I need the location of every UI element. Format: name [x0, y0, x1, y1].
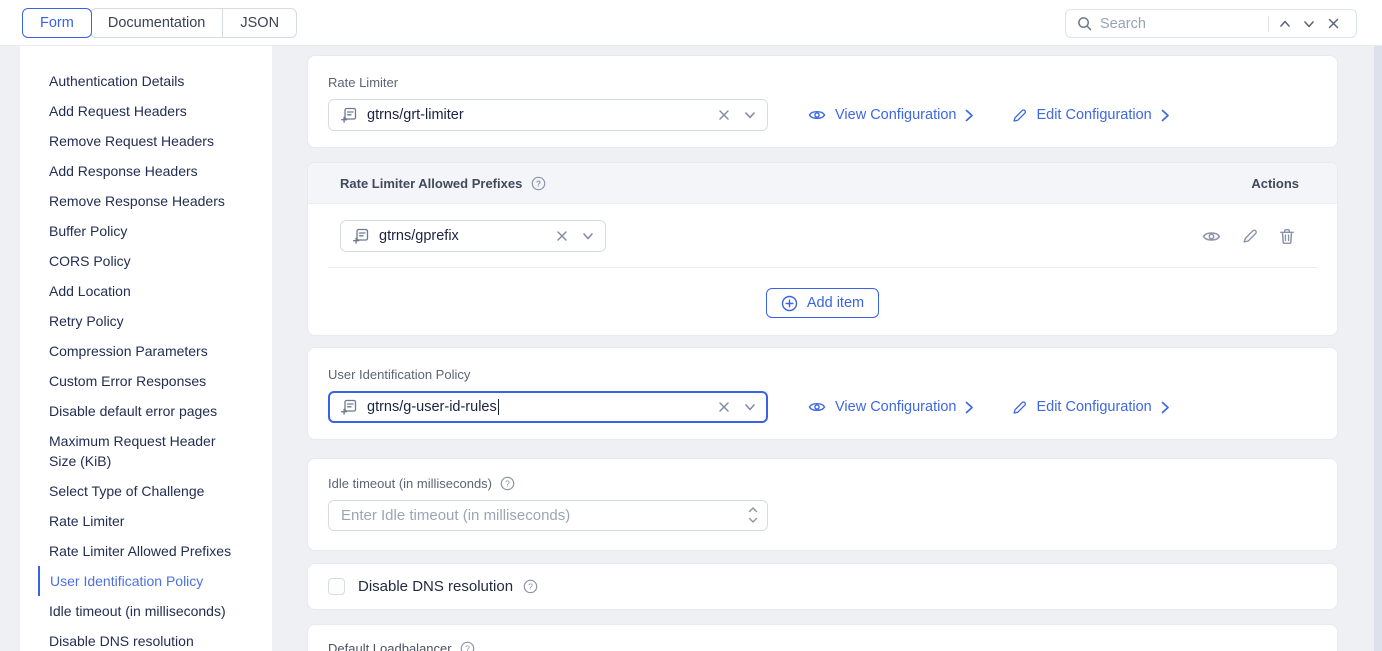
disable-dns-card: Disable DNS resolution ?	[307, 563, 1338, 610]
sidebar-item-custom-error-responses[interactable]: Custom Error Responses	[20, 366, 270, 396]
edit-configuration-label: Edit Configuration	[1036, 399, 1151, 415]
eye-icon	[808, 108, 826, 122]
edit-configuration-label: Edit Configuration	[1036, 107, 1151, 123]
sidebar-nav: Authentication Details Add Request Heade…	[20, 46, 272, 651]
sidebar-item-remove-request-headers[interactable]: Remove Request Headers	[20, 126, 270, 156]
user-identification-label: User Identification Policy	[328, 367, 1317, 382]
prefix-select[interactable]: gtrns/gprefix	[340, 220, 606, 252]
row-view-icon[interactable]	[1202, 229, 1221, 244]
number-stepper-icon[interactable]	[747, 504, 759, 531]
add-item-button[interactable]: Add item	[766, 288, 879, 318]
table-row: gtrns/gprefix	[328, 220, 1317, 252]
sidebar-item-idle-timeout[interactable]: Idle timeout (in milliseconds)	[20, 596, 270, 626]
sidebar-item-authentication-details[interactable]: Authentication Details	[20, 66, 270, 96]
disable-dns-label: Disable DNS resolution	[358, 578, 513, 595]
sidebar-item-max-request-header-size[interactable]: Maximum Request Header Size (KiB)	[20, 426, 245, 476]
sidebar-item-select-type-of-challenge[interactable]: Select Type of Challenge	[20, 476, 270, 506]
row-delete-icon[interactable]	[1279, 228, 1295, 245]
tab-documentation[interactable]: Documentation	[90, 8, 224, 38]
svg-text:?: ?	[465, 644, 470, 651]
svg-text:?: ?	[536, 178, 541, 188]
default-loadbalancer-card: Default Loadbalancer ?	[307, 624, 1338, 651]
sidebar-item-compression-parameters[interactable]: Compression Parameters	[20, 336, 270, 366]
help-icon[interactable]: ?	[531, 176, 546, 191]
sidebar-item-add-location[interactable]: Add Location	[20, 276, 270, 306]
chevron-right-icon	[1161, 401, 1170, 414]
reference-form-icon	[340, 398, 358, 416]
rate-limiter-select[interactable]: gtrns/grt-limiter	[328, 99, 768, 131]
tab-json[interactable]: JSON	[222, 8, 297, 38]
chevron-down-icon[interactable]	[744, 109, 756, 121]
clear-icon[interactable]	[718, 109, 730, 121]
text-cursor	[498, 399, 500, 415]
allowed-prefixes-table-body: gtrns/gprefix	[308, 204, 1337, 318]
sidebar-item-remove-response-headers[interactable]: Remove Response Headers	[20, 186, 270, 216]
sidebar-item-cors-policy[interactable]: CORS Policy	[20, 246, 270, 276]
reference-form-icon	[340, 106, 358, 124]
help-icon[interactable]: ?	[523, 579, 538, 594]
svg-text:?: ?	[505, 479, 510, 489]
sidebar-item-retry-policy[interactable]: Retry Policy	[20, 306, 270, 336]
idle-timeout-input[interactable]	[328, 500, 768, 531]
view-configuration-label: View Configuration	[835, 107, 956, 123]
user-identification-card: User Identification Policy gtrns/g-user-…	[307, 347, 1338, 440]
idle-timeout-card: Idle timeout (in milliseconds) ?	[307, 458, 1338, 551]
sidebar-item-disable-dns-resolution[interactable]: Disable DNS resolution	[20, 626, 270, 651]
plus-circle-icon	[781, 295, 798, 312]
sidebar-item-add-response-headers[interactable]: Add Response Headers	[20, 156, 270, 186]
tab-form[interactable]: Form	[22, 8, 92, 38]
pencil-icon	[1012, 108, 1027, 123]
sidebar-item-rate-limiter-allowed-prefixes[interactable]: Rate Limiter Allowed Prefixes	[20, 536, 270, 566]
sidebar-item-disable-default-error-pages[interactable]: Disable default error pages	[20, 396, 270, 426]
rate-limiter-view-configuration-link[interactable]: View Configuration	[808, 107, 974, 123]
pencil-icon	[1012, 400, 1027, 415]
idle-timeout-label: Idle timeout (in milliseconds)	[328, 476, 492, 491]
view-configuration-label: View Configuration	[835, 399, 956, 415]
row-edit-icon[interactable]	[1242, 228, 1258, 244]
sidebar-item-buffer-policy[interactable]: Buffer Policy	[20, 216, 270, 246]
actions-column-header: Actions	[1251, 176, 1299, 191]
rate-limiter-card: Rate Limiter gtrns/grt-limiter Vi	[307, 55, 1338, 148]
reference-form-icon	[352, 227, 370, 245]
user-identification-value: gtrns/g-user-id-rules	[367, 399, 497, 415]
sidebar-item-user-identification-policy[interactable]: User Identification Policy	[38, 566, 272, 596]
vertical-scrollbar[interactable]	[1374, 46, 1382, 651]
chevron-down-icon[interactable]	[582, 230, 594, 242]
help-icon[interactable]: ?	[500, 476, 515, 491]
sidebar-item-add-request-headers[interactable]: Add Request Headers	[20, 96, 270, 126]
sidebar-item-rate-limiter[interactable]: Rate Limiter	[20, 506, 270, 536]
form-content: Rate Limiter gtrns/grt-limiter Vi	[307, 0, 1338, 651]
svg-text:?: ?	[528, 582, 533, 592]
default-loadbalancer-label: Default Loadbalancer	[328, 641, 452, 651]
allowed-prefixes-card: Rate Limiter Allowed Prefixes ? Actions …	[307, 162, 1338, 336]
help-icon[interactable]: ?	[460, 641, 475, 651]
view-tabs: Form Documentation JSON	[22, 8, 297, 38]
row-divider	[328, 267, 1317, 268]
chevron-right-icon	[965, 109, 974, 122]
user-identification-view-configuration-link[interactable]: View Configuration	[808, 399, 974, 415]
chevron-down-icon[interactable]	[744, 401, 756, 413]
allowed-prefixes-title: Rate Limiter Allowed Prefixes	[340, 176, 522, 191]
rate-limiter-label: Rate Limiter	[328, 75, 1317, 90]
user-identification-edit-configuration-link[interactable]: Edit Configuration	[1012, 399, 1169, 415]
user-identification-select[interactable]: gtrns/g-user-id-rules	[328, 391, 768, 423]
chevron-right-icon	[965, 401, 974, 414]
clear-icon[interactable]	[556, 230, 568, 242]
eye-icon	[808, 400, 826, 414]
allowed-prefixes-table-header: Rate Limiter Allowed Prefixes ? Actions	[308, 163, 1337, 204]
clear-icon[interactable]	[718, 401, 730, 413]
rate-limiter-edit-configuration-link[interactable]: Edit Configuration	[1012, 107, 1169, 123]
prefix-value: gtrns/gprefix	[379, 228, 459, 244]
disable-dns-checkbox[interactable]	[328, 578, 345, 595]
rate-limiter-value: gtrns/grt-limiter	[367, 107, 464, 123]
add-item-label: Add item	[807, 295, 864, 311]
chevron-right-icon	[1161, 109, 1170, 122]
